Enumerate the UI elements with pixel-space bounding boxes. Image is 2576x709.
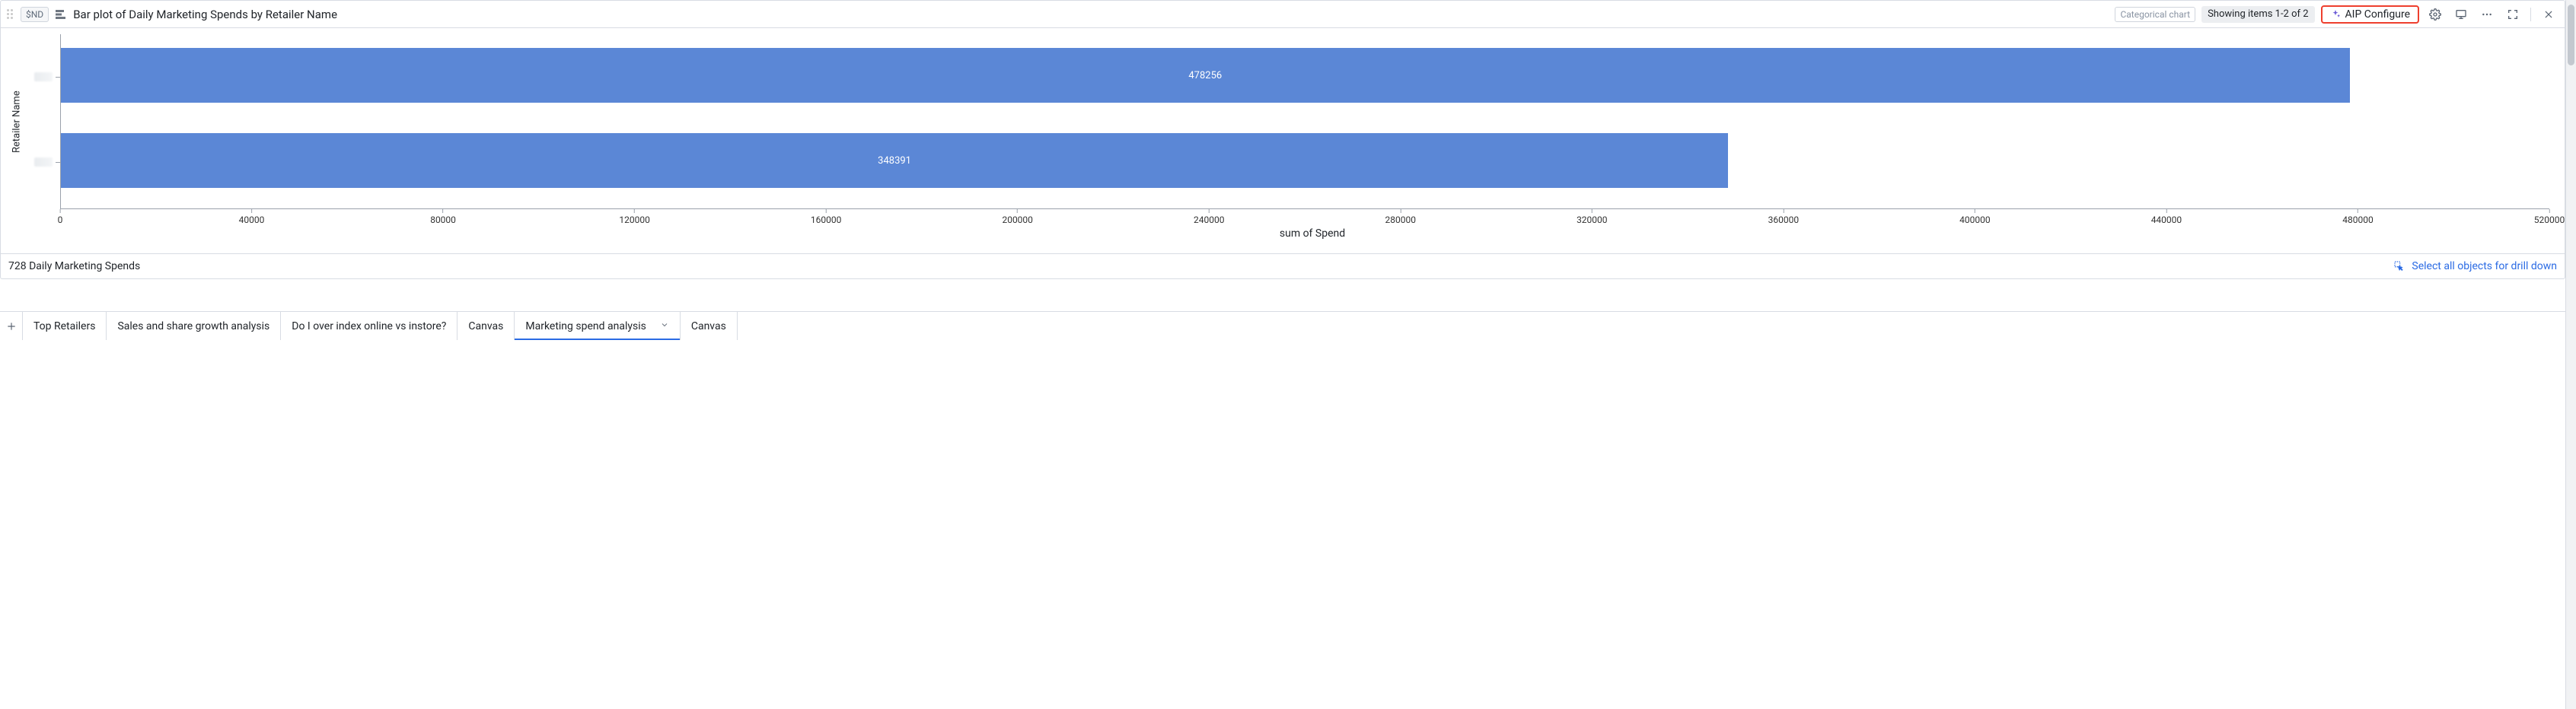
bar-chart-icon bbox=[55, 8, 67, 21]
chevron-down-icon[interactable] bbox=[660, 320, 669, 332]
sheet-tab-label: Canvas bbox=[468, 320, 503, 332]
sheet-tab[interactable]: Top Retailers bbox=[23, 312, 107, 340]
more-icon[interactable] bbox=[2477, 5, 2497, 24]
y-tick-label-blurred bbox=[34, 72, 53, 81]
x-tick-label: 160000 bbox=[811, 209, 841, 225]
aip-configure-label: AIP Configure bbox=[2345, 8, 2410, 21]
sheet-tab[interactable]: Canvas bbox=[681, 312, 738, 340]
sheet-tabs: Top Retailers Sales and share growth anal… bbox=[0, 311, 2576, 340]
categorical-chart-chip[interactable]: Categorical chart bbox=[2115, 7, 2195, 22]
showing-items-label: Showing items 1-2 of 2 bbox=[2201, 6, 2314, 23]
close-icon[interactable] bbox=[2539, 5, 2558, 24]
drill-down-link[interactable]: Select all objects for drill down bbox=[2393, 260, 2557, 272]
gear-icon[interactable] bbox=[2425, 5, 2445, 24]
y-tick-label-blurred bbox=[34, 157, 53, 167]
panel-header: $ND Bar plot of Daily Marketing Spends b… bbox=[1, 1, 2565, 28]
x-tick-label: 240000 bbox=[1194, 209, 1224, 225]
expand-icon[interactable] bbox=[2503, 5, 2523, 24]
x-tick-label: 120000 bbox=[619, 209, 649, 225]
drag-handle-icon[interactable] bbox=[7, 9, 14, 19]
plot-area[interactable]: 478256 348391 bbox=[60, 34, 2549, 209]
sheet-tab[interactable]: Marketing spend analysis bbox=[515, 312, 680, 340]
sheet-tab-label: Canvas bbox=[691, 320, 726, 332]
sheet-tab-label: Top Retailers bbox=[33, 320, 95, 332]
x-tick-label: 520000 bbox=[2534, 209, 2565, 225]
chart-bar[interactable]: 478256 bbox=[61, 48, 2350, 103]
x-tick-label: 40000 bbox=[239, 209, 265, 225]
present-icon[interactable] bbox=[2451, 5, 2471, 24]
chart-bar[interactable]: 348391 bbox=[61, 133, 1728, 188]
add-sheet-button[interactable] bbox=[0, 312, 23, 340]
x-tick-label: 360000 bbox=[1768, 209, 1799, 225]
x-tick-label: 80000 bbox=[430, 209, 456, 225]
bar-value-label: 348391 bbox=[878, 155, 911, 167]
x-tick-label: 200000 bbox=[1002, 209, 1032, 225]
x-tick-label: 400000 bbox=[1959, 209, 1990, 225]
sheet-tab[interactable]: Canvas bbox=[457, 312, 515, 340]
y-axis-title: Retailer Name bbox=[4, 34, 30, 209]
x-tick-label: 480000 bbox=[2342, 209, 2373, 225]
sheet-tab[interactable]: Sales and share growth analysis bbox=[107, 312, 281, 340]
chart-area: Retailer Name 478256 348391 0 40000 80000 12… bbox=[1, 28, 2565, 253]
chart-title: Bar plot of Daily Marketing Spends by Re… bbox=[73, 8, 337, 21]
sheet-tab[interactable]: Do I over index online vs instore? bbox=[281, 312, 457, 340]
sheet-tab-label: Sales and share growth analysis bbox=[117, 320, 269, 332]
x-axis-title: sum of Spend bbox=[60, 227, 2565, 249]
chart-panel: $ND Bar plot of Daily Marketing Spends b… bbox=[0, 0, 2565, 279]
x-tick-label: 0 bbox=[58, 209, 63, 225]
sheet-tab-label: Marketing spend analysis bbox=[525, 320, 646, 332]
bar-value-label: 478256 bbox=[1188, 70, 1222, 81]
nd-chip[interactable]: $ND bbox=[21, 7, 49, 22]
x-axis-ticks: 0 40000 80000 120000 160000 200000 240000 28000… bbox=[60, 209, 2549, 227]
y-axis-ticks bbox=[30, 34, 60, 209]
page-scrollbar[interactable] bbox=[2565, 0, 2576, 709]
x-tick-label: 320000 bbox=[1577, 209, 1607, 225]
sheet-tab-label: Do I over index online vs instore? bbox=[292, 320, 446, 332]
aip-configure-button[interactable]: AIP Configure bbox=[2321, 5, 2419, 24]
panel-footer: 728 Daily Marketing Spends Select all ob… bbox=[1, 253, 2565, 278]
object-count-label: 728 Daily Marketing Spends bbox=[8, 260, 140, 272]
divider bbox=[2530, 8, 2531, 21]
drill-down-label: Select all objects for drill down bbox=[2412, 260, 2557, 272]
x-tick-label: 440000 bbox=[2151, 209, 2182, 225]
x-tick-label: 280000 bbox=[1385, 209, 1416, 225]
